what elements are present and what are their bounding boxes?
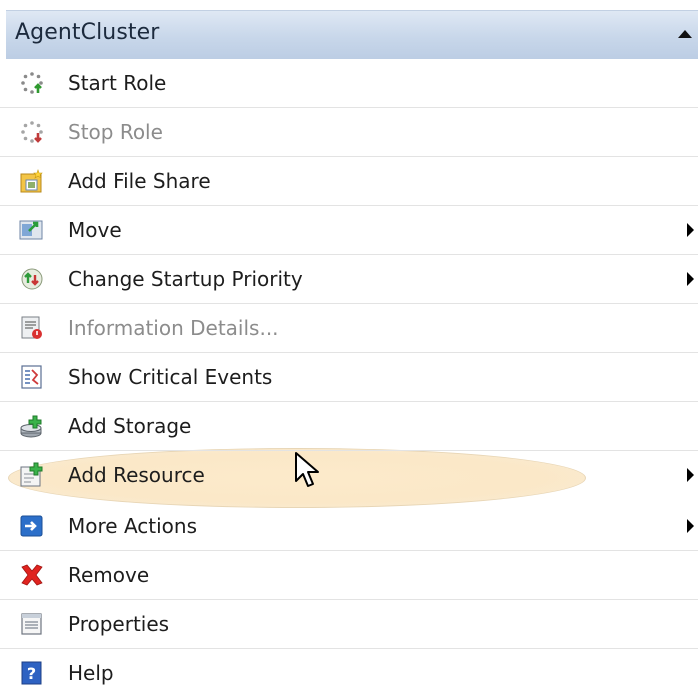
- menu-item-label: Stop Role: [68, 120, 163, 144]
- critical-events-icon: [19, 364, 45, 390]
- menu-item-information-details: Information Details...: [0, 304, 698, 353]
- menu-item-label: Help: [68, 661, 114, 685]
- submenu-arrow-icon: [687, 519, 694, 533]
- mouse-cursor-icon: [294, 451, 322, 493]
- menu-item-add-storage[interactable]: Add Storage: [0, 402, 698, 451]
- submenu-arrow-icon: [687, 272, 694, 286]
- startup-priority-icon: [19, 266, 45, 292]
- svg-text:?: ?: [27, 664, 36, 683]
- menu-item-label: Change Startup Priority: [68, 267, 303, 291]
- stop-role-icon: [19, 119, 45, 145]
- menu-item-label: Add File Share: [68, 169, 211, 193]
- menu-item-start-role[interactable]: Start Role: [0, 59, 698, 108]
- menu-item-label: Remove: [68, 563, 150, 587]
- actions-pane-header[interactable]: AgentCluster: [6, 10, 698, 59]
- menu-item-add-resource[interactable]: Add Resource: [0, 451, 698, 500]
- menu-item-remove[interactable]: Remove: [0, 551, 698, 600]
- menu-item-label: Add Storage: [68, 414, 192, 438]
- start-role-icon: [19, 70, 45, 96]
- menu-item-label: Properties: [68, 612, 170, 636]
- menu-item-more-actions[interactable]: More Actions: [0, 502, 698, 551]
- help-icon: ?: [19, 660, 45, 686]
- actions-pane: AgentCluster Start Role Stop Role Add Fi…: [0, 0, 698, 692]
- menu-item-label: Show Critical Events: [68, 365, 273, 389]
- information-details-icon: [19, 315, 45, 341]
- menu-item-add-file-share[interactable]: Add File Share: [0, 157, 698, 206]
- menu-item-label: More Actions: [68, 514, 197, 538]
- menu-item-move[interactable]: Move: [0, 206, 698, 255]
- add-resource-icon: [19, 462, 45, 488]
- menu-item-change-startup-priority[interactable]: Change Startup Priority: [0, 255, 698, 304]
- pane-title: AgentCluster: [15, 20, 160, 45]
- submenu-arrow-icon: [687, 468, 694, 482]
- menu-item-show-critical-events[interactable]: Show Critical Events: [0, 353, 698, 402]
- menu-item-label: Move: [68, 218, 122, 242]
- menu-item-help[interactable]: ? Help: [0, 649, 698, 698]
- more-actions-icon: [19, 513, 45, 539]
- move-icon: [19, 217, 45, 243]
- collapse-arrow-icon[interactable]: [678, 30, 692, 38]
- add-storage-icon: [19, 413, 45, 439]
- menu-item-label: Start Role: [68, 71, 167, 95]
- properties-icon: [19, 611, 45, 637]
- remove-icon: [19, 562, 45, 588]
- menu-item-stop-role: Stop Role: [0, 108, 698, 157]
- menu-item-label: Add Resource: [68, 463, 205, 487]
- menu-item-properties[interactable]: Properties: [0, 600, 698, 649]
- menu-item-label: Information Details...: [68, 316, 279, 340]
- add-file-share-icon: [19, 168, 45, 194]
- submenu-arrow-icon: [687, 223, 694, 237]
